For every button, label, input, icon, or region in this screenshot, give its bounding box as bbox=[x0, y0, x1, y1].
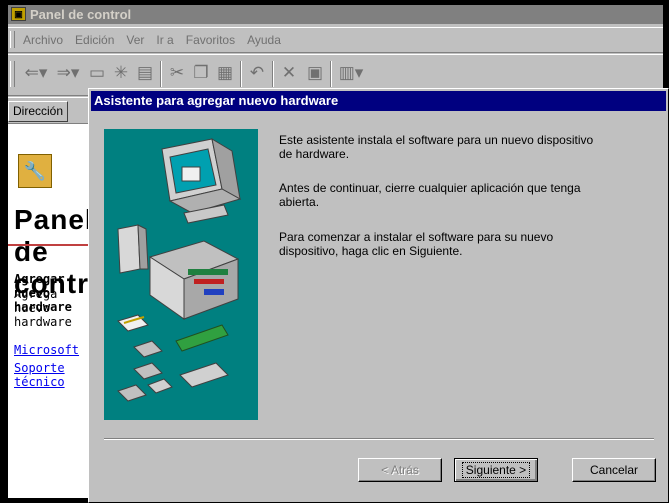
item-description: Agrega nuevo hardware bbox=[14, 287, 72, 329]
undo-icon[interactable]: ↶ bbox=[246, 62, 268, 84]
instructions-paragraph: Para comenzar a instalar el software par… bbox=[279, 230, 554, 258]
hardware-illustration bbox=[104, 129, 258, 420]
control-panel-icon: ▣ bbox=[11, 7, 26, 21]
webview-pane: 🔧 Panel de control Agregar nuevo hardwar… bbox=[8, 123, 115, 498]
properties-icon[interactable]: ▣ bbox=[304, 62, 326, 84]
views-icon[interactable]: ▥▾ bbox=[336, 62, 366, 84]
hardware-illustration-svg bbox=[117, 137, 242, 402]
support-link[interactable]: Soporte técnico bbox=[14, 361, 98, 389]
menu-ver[interactable]: Ver bbox=[126, 33, 144, 47]
back-arrow-icon[interactable]: ⇐▾ bbox=[22, 62, 50, 84]
button-divider bbox=[104, 438, 654, 440]
menu-ir-a[interactable]: Ir a bbox=[156, 33, 173, 47]
toolbar-grip[interactable] bbox=[10, 61, 15, 87]
next-button-label: Siguiente > bbox=[461, 462, 531, 478]
up-folder-icon[interactable]: ▭ bbox=[86, 62, 108, 84]
copy-icon[interactable]: ❐ bbox=[190, 62, 212, 84]
folders-icon[interactable]: ▤ bbox=[134, 62, 156, 84]
menu-ayuda[interactable]: Ayuda bbox=[247, 33, 281, 47]
heading-divider bbox=[8, 244, 98, 246]
back-button[interactable]: < Atrás bbox=[358, 458, 442, 482]
delete-icon[interactable]: ✕ bbox=[278, 62, 300, 84]
menubar-grip[interactable] bbox=[10, 31, 15, 48]
add-hardware-wizard-dialog: Asistente para agregar nuevo hardware Es… bbox=[88, 88, 669, 503]
menu-edicion[interactable]: Edición bbox=[75, 33, 114, 47]
intro-paragraph: Este asistente instala el software para … bbox=[279, 133, 594, 161]
address-label: Dirección bbox=[8, 101, 69, 122]
menu-archivo[interactable]: Archivo bbox=[23, 33, 63, 47]
paste-icon[interactable]: ▦ bbox=[214, 62, 236, 84]
control-panel-folder-icon: 🔧 bbox=[18, 154, 52, 188]
window-titlebar[interactable]: ▣ Panel de control bbox=[8, 5, 663, 24]
menu-favoritos[interactable]: Favoritos bbox=[186, 33, 235, 47]
cut-icon[interactable]: ✂ bbox=[166, 62, 188, 84]
microsoft-link[interactable]: Microsoft bbox=[14, 343, 79, 357]
next-button[interactable]: Siguiente > bbox=[454, 458, 538, 482]
window-title: Panel de control bbox=[30, 7, 132, 22]
new-folder-icon[interactable]: ✳ bbox=[110, 62, 132, 84]
forward-arrow-icon[interactable]: ⇒▾ bbox=[54, 62, 82, 84]
cancel-button[interactable]: Cancelar bbox=[572, 458, 656, 482]
close-apps-paragraph: Antes de continuar, cierre cualquier apl… bbox=[279, 181, 581, 209]
menu-bar: Archivo Edición Ver Ir a Favoritos Ayuda bbox=[8, 27, 663, 53]
dialog-title[interactable]: Asistente para agregar nuevo hardware bbox=[91, 91, 666, 111]
